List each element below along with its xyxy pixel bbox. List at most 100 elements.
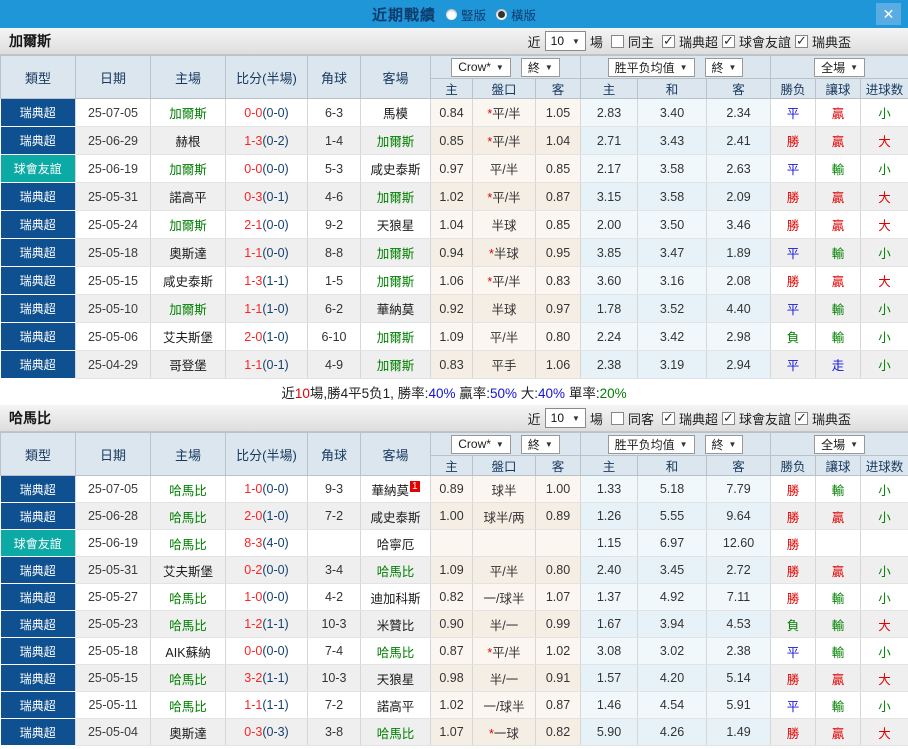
avg-home-odds-cell: 1.78	[580, 294, 639, 323]
match-date-cell: 25-05-31	[75, 182, 151, 211]
corner-score-cell: 3-8	[307, 718, 361, 746]
handicap-line-cell: 平/半	[472, 322, 536, 351]
score-cell: 0-0(0-0)	[225, 154, 308, 183]
league1-label: 瑞典超	[678, 34, 718, 50]
match-result-cell: 勝	[770, 529, 817, 557]
avg-draw-odds-cell: 4.26	[637, 718, 708, 746]
match-date-cell: 25-07-05	[75, 98, 151, 127]
score-cell: 2-1(0-0)	[225, 210, 308, 239]
league-type-cell: 瑞典超	[0, 718, 76, 746]
final-avg-select[interactable]: 終 ▼	[704, 434, 744, 454]
subcol-handicap-home: 主	[430, 455, 473, 476]
matches-tbody-0: 瑞典超 25-07-05 加爾斯 0-0(0-0) 6-3 馬模 0.84 *平/半 1.05 2…	[0, 98, 908, 379]
match-count-select[interactable]: 10 ▼	[544, 408, 586, 428]
bookmaker-select-value: Crow*	[458, 437, 491, 451]
bookmaker-select[interactable]: Crow* ▼	[451, 434, 511, 454]
col-score: 比分(半場)	[225, 55, 308, 99]
same-away-checkbox[interactable]	[610, 411, 624, 425]
goals-result-cell: 小	[860, 294, 908, 323]
bookmaker-select[interactable]: Crow* ▼	[451, 57, 511, 77]
chevron-down-icon: ▼	[850, 62, 858, 72]
league1-checkbox[interactable]	[661, 33, 675, 49]
final-odds-select[interactable]: 終 ▼	[520, 57, 560, 77]
final-avg-select[interactable]: 終 ▼	[704, 57, 744, 77]
league2-checkbox[interactable]	[721, 410, 735, 426]
full-match-select[interactable]: 全場 ▼	[814, 434, 865, 454]
handicap-away-odds-cell: 1.02	[535, 637, 582, 665]
avg-draw-odds-cell: 3.16	[637, 266, 708, 295]
chevron-down-icon: ▼	[679, 62, 688, 72]
handicap-result-cell: 輸	[815, 691, 862, 719]
avg-odds-select[interactable]: 胜平负均值 ▼	[607, 57, 695, 77]
match-result-cell: 勝	[770, 126, 817, 155]
table-row: 瑞典超 25-05-06 艾夫斯堡 2-0(1-0) 6-10 加爾斯 1.09 平/半 0.8…	[0, 322, 908, 351]
corner-score-cell: 6-2	[307, 294, 361, 323]
handicap-away-odds-cell: 0.87	[535, 691, 582, 719]
avg-away-odds-cell: 9.64	[706, 502, 772, 530]
layout-horizontal-radio[interactable]: 橫版	[496, 5, 536, 24]
handicap-home-odds-cell: 1.02	[430, 182, 473, 211]
league-type-cell: 瑞典超	[0, 583, 76, 611]
match-result-cell: 平	[770, 691, 817, 719]
handicap-line-cell: 一/球半	[472, 691, 536, 719]
handicap-away-odds-cell: 1.07	[535, 583, 582, 611]
avg-draw-odds-cell: 3.50	[637, 210, 708, 239]
same-home-checkbox[interactable]	[610, 34, 624, 48]
subcol-avg-draw: 和	[637, 455, 708, 476]
match-count-select[interactable]: 10 ▼	[544, 31, 586, 51]
team-name: 加爾斯	[9, 33, 51, 49]
goals-result-cell: 小	[860, 350, 908, 379]
chevron-down-icon: ▼	[495, 62, 504, 72]
league3-checkbox[interactable]	[794, 33, 808, 49]
subcol-handicap-result: 讓球	[815, 455, 862, 476]
avg-draw-odds-cell: 3.47	[637, 238, 708, 267]
match-result-cell: 平	[770, 98, 817, 127]
filter-bar: 近 10 ▼ 場 同主 瑞典超 球會友誼 瑞典盃	[528, 31, 851, 51]
match-date-cell: 25-05-18	[75, 238, 151, 267]
handicap-line-cell	[472, 529, 536, 557]
close-icon[interactable]: ✕	[876, 3, 901, 25]
subcol-handicap-line: 盤口	[472, 78, 536, 99]
home-team-cell: 哈馬比	[150, 583, 226, 611]
result-group-header: 全場 ▼	[770, 55, 908, 79]
handicap-home-odds-cell: 1.04	[430, 210, 473, 239]
avg-draw-odds-cell: 4.92	[637, 583, 708, 611]
subcol-handicap-home: 主	[430, 78, 473, 99]
handicap-away-odds-cell: 0.85	[535, 154, 582, 183]
goals-result-cell: 大	[860, 664, 908, 692]
subcol-avg-away: 客	[706, 455, 772, 476]
subcol-handicap-result: 讓球	[815, 78, 862, 99]
goals-result-cell: 小	[860, 322, 908, 351]
avg-draw-odds-cell: 3.40	[637, 98, 708, 127]
handicap-line-cell: *半球	[472, 238, 536, 267]
corner-score-cell: 6-3	[307, 98, 361, 127]
league-type-cell: 瑞典超	[0, 238, 76, 267]
league3-checkbox[interactable]	[794, 410, 808, 426]
avg-home-odds-cell: 2.00	[580, 210, 639, 239]
full-match-select[interactable]: 全場 ▼	[814, 57, 865, 77]
league-type-cell: 瑞典超	[0, 294, 76, 323]
chevron-down-icon: ▼	[850, 439, 858, 449]
avg-away-odds-cell: 5.91	[706, 691, 772, 719]
league3-label: 瑞典盃	[811, 411, 851, 427]
avg-odds-select[interactable]: 胜平负均值 ▼	[607, 434, 695, 454]
match-date-cell: 25-05-06	[75, 322, 151, 351]
avg-away-odds-cell: 1.49	[706, 718, 772, 746]
league2-checkbox[interactable]	[721, 33, 735, 49]
avg-draw-odds-cell: 3.43	[637, 126, 708, 155]
handicap-home-odds-cell: 0.98	[430, 664, 473, 692]
handicap-line-cell: 半/一	[472, 664, 536, 692]
layout-vertical-radio[interactable]: 豎版	[445, 5, 486, 24]
goals-result-cell: 小	[860, 583, 908, 611]
subcol-handicap-away: 客	[534, 78, 582, 99]
record-summary-text: 近10場,勝4平5负1, 勝率:40% 贏率:50% 大:40% 單率:20%	[281, 386, 627, 401]
final-avg-select-value: 終	[711, 437, 724, 452]
league-type-cell: 球會友誼	[0, 529, 76, 557]
league1-checkbox[interactable]	[661, 410, 675, 426]
away-team-cell: 加爾斯	[360, 238, 431, 267]
final-odds-select[interactable]: 終 ▼	[520, 434, 560, 454]
away-team-cell: 哈馬比	[360, 718, 431, 746]
match-date-cell: 25-05-18	[75, 637, 151, 665]
handicap-line-cell: *平/半	[472, 266, 536, 295]
match-date-cell: 25-05-15	[75, 664, 151, 692]
